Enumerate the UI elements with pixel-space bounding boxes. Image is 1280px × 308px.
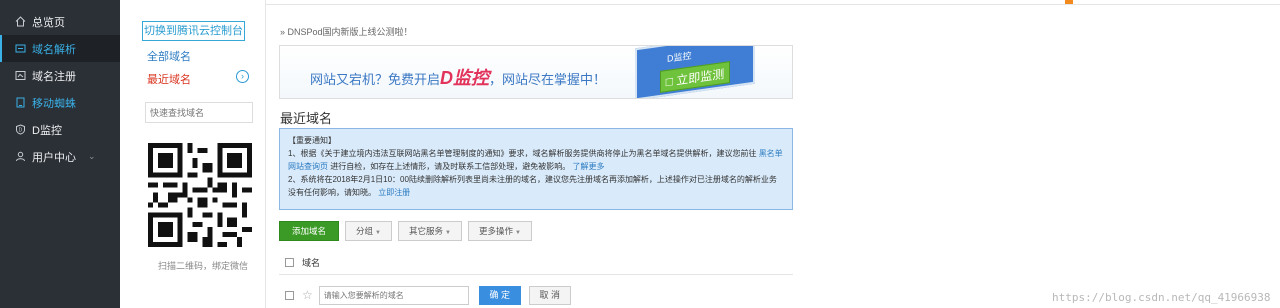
toolbar: 添加域名 分组 ▼ 其它服务 ▼ 更多操作 ▼: [279, 221, 532, 241]
caret-down-icon: ▼: [375, 230, 381, 236]
nav-item-overview[interactable]: 总览页: [0, 8, 120, 35]
monitor-now-label: 立即监测: [676, 66, 725, 88]
other-services-dropdown[interactable]: 其它服务 ▼: [397, 221, 462, 241]
chevron-down-icon: ⌄: [88, 151, 96, 161]
switch-console-button[interactable]: 切换到腾讯云控制台: [142, 21, 245, 41]
domain-input[interactable]: [318, 285, 469, 305]
notice-text: 2、系统将在2018年2月1日10：00陆续删除解析列表里尚未注册的域名，建议您…: [288, 175, 777, 197]
all-domains-link[interactable]: 全部域名: [147, 48, 191, 64]
add-domain-button[interactable]: 添加域名: [279, 221, 340, 241]
recent-domains-link[interactable]: 最近域名: [147, 71, 191, 87]
nav-item-dmonitor[interactable]: D D监控: [0, 116, 120, 143]
top-divider: [266, 0, 1280, 5]
left-navigation: 总览页 域名解析 域名注册 移动蜘蛛 D D监控 用户中心 ⌄: [0, 0, 120, 308]
notice-line-1: 1、根据《关于建立境内违法互联网站黑名单管理制度的通知》要求，域名解析服务提供商…: [288, 147, 784, 173]
register-icon: [14, 70, 26, 82]
notice-text: 进行自检，如存在上述情形，请及时联系工信部处理，避免被影响。: [330, 162, 571, 171]
sub-navigation: 切换到腾讯云控制台 全部域名 最近域名 › 扫描二维码，绑定微信: [120, 0, 266, 308]
more-actions-dropdown[interactable]: 更多操作 ▼: [467, 221, 532, 241]
column-header-domain: 域名: [302, 258, 321, 268]
caret-down-icon: ▼: [445, 230, 451, 236]
more-actions-label: 更多操作: [478, 226, 513, 236]
chevron-right-icon[interactable]: ›: [236, 70, 249, 83]
notice-text: 1、根据《关于建立境内违法互联网站黑名单管理制度的通知》要求，域名解析服务提供商…: [288, 149, 757, 158]
qr-caption: 扫描二维码，绑定微信: [158, 261, 249, 271]
select-all-checkbox[interactable]: [285, 258, 294, 267]
qr-code-image: [148, 143, 252, 247]
page-title: 最近域名: [280, 111, 333, 126]
banner-text-prefix: 网站又宕机？免费开启: [310, 72, 441, 87]
announcement-link[interactable]: » DNSPod国内新版上线公测啦！: [280, 25, 413, 38]
shield-icon: D: [14, 124, 26, 136]
nav-item-dns[interactable]: 域名解析: [0, 35, 120, 62]
nav-item-label: D监控: [32, 124, 62, 137]
notification-marker: [1065, 0, 1073, 4]
nav-item-label: 移动蜘蛛: [32, 97, 76, 110]
cancel-button[interactable]: 取 消: [528, 285, 571, 305]
user-icon: [14, 151, 26, 163]
banner-headline: 网站又宕机？免费开启D监控，网站尽在掌握中！: [310, 64, 606, 90]
notice-line-2: 2、系统将在2018年2月1日10：00陆续删除解析列表里尚未注册的域名，建议您…: [288, 173, 784, 199]
nav-item-mobile[interactable]: 移动蜘蛛: [0, 89, 120, 116]
nav-item-label: 总览页: [32, 16, 65, 29]
star-icon[interactable]: ☆: [302, 288, 313, 302]
nav-item-label: 域名注册: [32, 70, 76, 83]
group-label: 分组: [356, 226, 374, 236]
mobile-icon: [14, 97, 26, 109]
notice-title: 【重要通知】: [288, 136, 336, 145]
table-header: 域名: [279, 251, 793, 275]
caret-down-icon: ▼: [514, 230, 521, 236]
nav-item-label: 域名解析: [32, 43, 76, 56]
other-services-label: 其它服务: [408, 226, 443, 236]
nav-item-user-center[interactable]: 用户中心 ⌄: [0, 143, 120, 170]
register-now-link[interactable]: 立即注册: [378, 188, 410, 197]
promo-banner[interactable]: 网站又宕机？免费开启D监控，网站尽在掌握中！ D监控 □ 立即监测: [279, 45, 793, 99]
home-icon: [14, 16, 26, 28]
important-notice: 【重要通知】 1、根据《关于建立境内违法互联网站黑名单管理制度的通知》要求，域名…: [279, 128, 793, 210]
group-dropdown[interactable]: 分组 ▼: [345, 221, 392, 241]
add-domain-row: ☆ 确 定 取 消: [279, 284, 793, 306]
domain-search-input[interactable]: [145, 102, 253, 123]
nav-item-register[interactable]: 域名注册: [0, 62, 120, 89]
svg-text:D: D: [18, 128, 22, 134]
learn-more-link[interactable]: 了解更多: [572, 162, 604, 171]
nav-item-label: 用户中心: [32, 151, 76, 164]
row-checkbox[interactable]: [285, 290, 294, 300]
confirm-button[interactable]: 确 定: [478, 285, 521, 305]
banner-text-suffix: ，网站尽在掌握中！: [489, 72, 607, 87]
banner-brand: D监控: [440, 68, 490, 88]
watermark: https://blog.csdn.net/qq_41966938: [1052, 291, 1271, 304]
dns-icon: [14, 43, 26, 55]
banner-screen-label: D监控: [667, 50, 692, 64]
